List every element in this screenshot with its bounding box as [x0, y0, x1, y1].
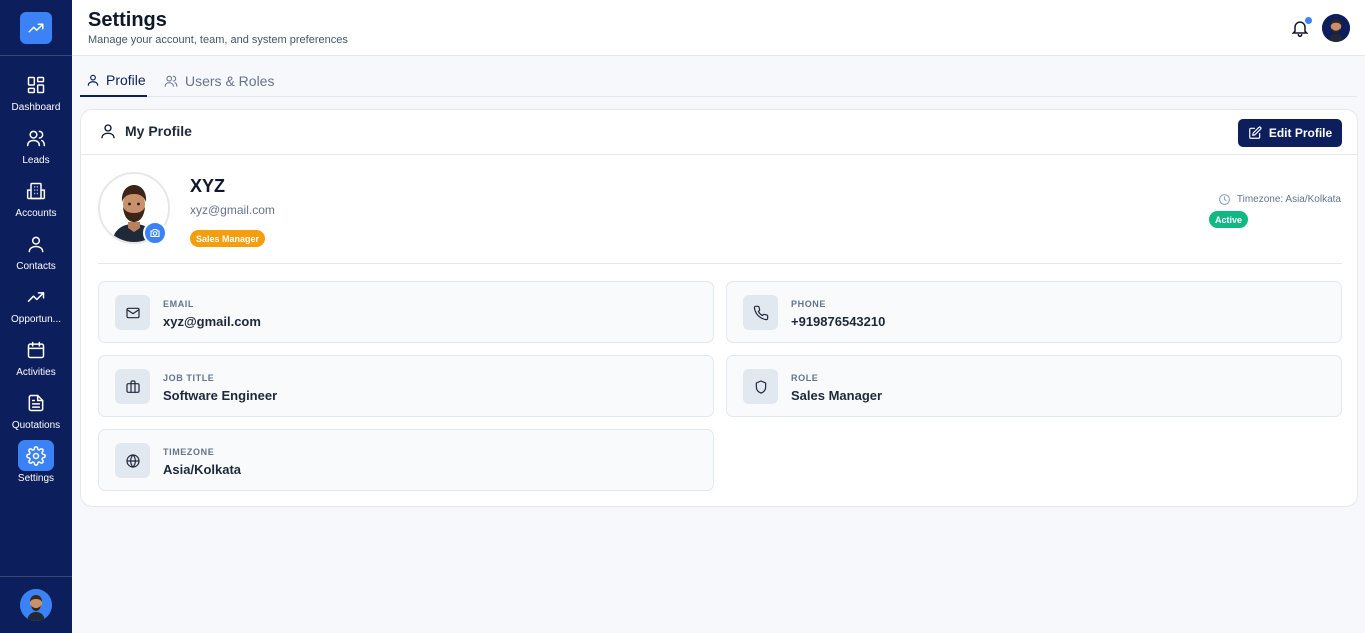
- user-icon: [28, 236, 44, 252]
- sidebar-item-quotations[interactable]: Quotations: [0, 387, 72, 440]
- sidebar-item-label: Dashboard: [11, 102, 61, 113]
- building-icon: [26, 182, 46, 199]
- sidebar-nav: Dashboard Leads Accounts Contacts Opport…: [0, 69, 72, 493]
- sidebar-item-label: Leads: [22, 155, 50, 166]
- briefcase-icon: [125, 379, 140, 393]
- tab-label: Profile: [106, 71, 146, 88]
- users-icon: [164, 75, 178, 87]
- field-value: +919876543210: [791, 314, 886, 329]
- field-role: ROLE Sales Manager: [726, 355, 1342, 417]
- field-label: EMAIL: [163, 299, 194, 309]
- trending-up-icon: [27, 291, 45, 302]
- mail-icon: [125, 307, 140, 318]
- profile-card: My Profile Edit Profile XYZ xyz@gmail.co…: [80, 109, 1358, 507]
- sidebar-item-dashboard[interactable]: Dashboard: [0, 69, 72, 122]
- clock-icon: [1218, 194, 1230, 205]
- field-value: Sales Manager: [791, 388, 883, 403]
- field-value: Software Engineer: [163, 388, 278, 403]
- card-title: My Profile: [99, 122, 192, 140]
- sidebar-divider-bottom: [0, 576, 72, 577]
- header-avatar[interactable]: [1322, 14, 1350, 42]
- tab-profile[interactable]: Profile: [80, 64, 147, 97]
- sidebar-item-label: Opportun...: [10, 314, 62, 325]
- top-header: Settings Manage your account, team, and …: [72, 0, 1365, 56]
- timezone-text: Timezone: Asia/Kolkata: [1236, 194, 1341, 205]
- avatar-portrait: [20, 589, 52, 621]
- edit-icon: [1248, 126, 1262, 139]
- field-email: EMAIL xyz@gmail.com: [98, 281, 714, 343]
- app-logo[interactable]: [20, 12, 52, 44]
- field-value: Asia/Kolkata: [163, 462, 242, 477]
- sidebar-item-label: Quotations: [11, 420, 61, 431]
- user-icon: [101, 124, 115, 139]
- card-title-text: My Profile: [125, 123, 192, 139]
- phone-icon: [753, 305, 768, 320]
- camera-icon: [150, 228, 160, 238]
- settings-tabs: Profile Users & Roles: [80, 64, 1357, 97]
- card-header: My Profile Edit Profile: [81, 110, 1357, 155]
- sidebar-item-activities[interactable]: Activities: [0, 334, 72, 387]
- users-icon: [26, 130, 46, 146]
- page-subtitle: Manage your account, team, and system pr…: [88, 34, 348, 46]
- trending-up-icon: [28, 23, 44, 33]
- field-timezone: TIMEZONE Asia/Kolkata: [98, 429, 714, 491]
- sidebar-item-label: Activities: [16, 367, 56, 378]
- sidebar-item-label: Settings: [17, 473, 55, 484]
- tab-users-roles[interactable]: Users & Roles: [163, 64, 274, 97]
- shield-icon: [755, 379, 766, 394]
- sidebar-item-label: Accounts: [15, 208, 57, 219]
- edit-profile-button[interactable]: Edit Profile: [1238, 119, 1342, 147]
- avatar-portrait: [1322, 14, 1350, 42]
- sidebar-item-settings[interactable]: Settings: [0, 440, 72, 493]
- gear-icon: [26, 445, 46, 466]
- field-label: ROLE: [791, 373, 819, 383]
- section-divider: [98, 263, 1342, 264]
- field-job-title: JOB TITLE Software Engineer: [98, 355, 714, 417]
- role-badge: Sales Manager: [190, 230, 266, 247]
- sidebar-item-opportunities[interactable]: Opportun...: [0, 281, 72, 334]
- edit-profile-label: Edit Profile: [1268, 126, 1333, 140]
- dashboard-icon: [27, 76, 45, 93]
- field-label: PHONE: [791, 299, 827, 309]
- globe-icon: [125, 453, 140, 468]
- change-photo-button[interactable]: [143, 221, 167, 245]
- document-icon: [28, 394, 44, 411]
- sidebar: Dashboard Leads Accounts Contacts Opport…: [0, 0, 72, 633]
- avatar[interactable]: [20, 589, 52, 621]
- field-value: xyz@gmail.com: [163, 314, 261, 329]
- user-icon: [87, 74, 99, 86]
- sidebar-item-accounts[interactable]: Accounts: [0, 175, 72, 228]
- sidebar-divider-top: [0, 55, 72, 56]
- tab-label: Users & Roles: [185, 72, 275, 89]
- status-badge: Active: [1209, 211, 1249, 228]
- sidebar-item-leads[interactable]: Leads: [0, 122, 72, 175]
- sidebar-item-contacts[interactable]: Contacts: [0, 228, 72, 281]
- profile-name: XYZ: [190, 176, 226, 196]
- calendar-icon: [27, 341, 45, 358]
- timezone-info: Timezone: Asia/Kolkata: [1218, 193, 1341, 206]
- field-label: JOB TITLE: [163, 373, 215, 383]
- profile-email: xyz@gmail.com: [190, 203, 275, 217]
- field-phone: PHONE +919876543210: [726, 281, 1342, 343]
- page-title: Settings: [88, 9, 167, 31]
- sidebar-item-label: Contacts: [16, 261, 56, 272]
- notification-dot: [1305, 17, 1312, 24]
- field-label: TIMEZONE: [163, 447, 215, 457]
